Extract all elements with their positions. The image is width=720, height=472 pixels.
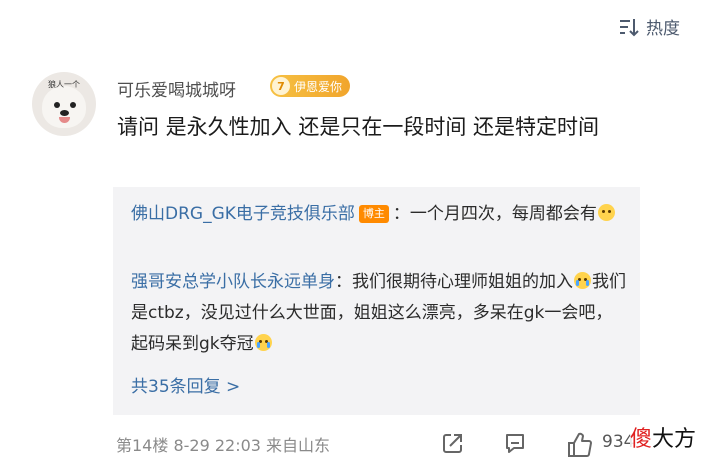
share-icon	[441, 431, 465, 459]
like-icon	[566, 431, 594, 463]
sort-by-hot-button[interactable]: 热度	[618, 14, 680, 39]
reply-author[interactable]: 强哥安总学小队长永远单身	[131, 272, 335, 292]
replies-panel: 佛山DRG_GK电子竞技俱乐部 博主 ：一个月四次，每周都会有 强哥安总学小队长永远…	[113, 187, 640, 415]
comment-icon	[503, 431, 527, 459]
avatar-caption: 狼人一个	[48, 80, 80, 89]
avatar[interactable]: 狼人一个	[32, 72, 96, 136]
emoji-shy-icon	[597, 204, 615, 221]
reply-item[interactable]: 佛山DRG_GK电子竞技俱乐部 博主 ：一个月四次，每周都会有	[131, 199, 627, 230]
watermark-part-b: 大方	[652, 427, 697, 452]
reply-author[interactable]: 佛山DRG_GK电子竞技俱乐部	[131, 204, 355, 224]
reply-item[interactable]: 强哥安总学小队长永远单身：我们很期待心理师姐姐的加入 我们是ctbz，没见过什么大…	[131, 267, 627, 360]
comment-username[interactable]: 可乐爱喝城城呀	[117, 76, 236, 101]
emoji-cry-icon	[574, 272, 591, 289]
reply-text: ：一个月四次，每周都会有	[392, 204, 597, 224]
blogger-badge: 博主	[358, 205, 389, 223]
emoji-cry-icon	[254, 334, 272, 351]
fan-badge-label: 伊恩爱你	[294, 79, 343, 94]
fan-badge[interactable]: 7 伊恩爱你	[270, 75, 351, 97]
comment-text: 请问 是永久性加入 还是只在一段时间 还是特定时间	[117, 115, 600, 139]
more-replies-link[interactable]: 共35条回复 >	[131, 372, 240, 397]
like-button[interactable]	[566, 431, 594, 463]
comment-button[interactable]	[503, 431, 527, 459]
comment-meta: 第14楼 8-29 22:03 来自山东	[116, 436, 331, 455]
fan-level: 7	[272, 77, 290, 95]
reply-text: ：我们很期待心理师姐姐的加入	[335, 272, 573, 292]
watermark-part-a: 傻	[630, 427, 653, 452]
watermark: 傻大方	[630, 424, 710, 456]
sort-label: 热度	[646, 19, 680, 39]
share-button[interactable]	[441, 431, 465, 459]
sort-icon	[618, 17, 640, 37]
